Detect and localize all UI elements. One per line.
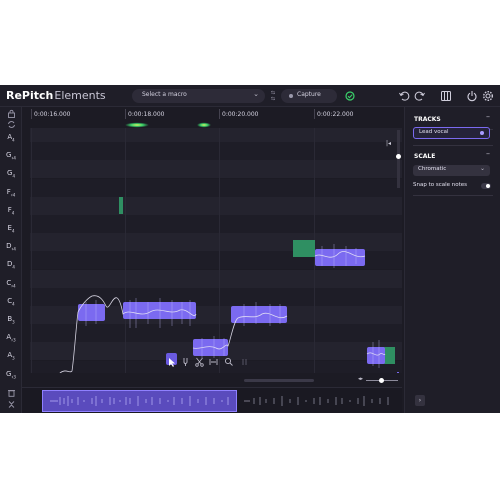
capture-label: Capture	[297, 91, 321, 98]
swap-icon[interactable]: ⇆ ⇆	[268, 90, 278, 102]
note-blob[interactable]	[367, 347, 385, 364]
loop-icon[interactable]	[7, 120, 16, 129]
more-tools-button[interactable]	[239, 353, 250, 365]
scale-value: Chromatic	[418, 166, 447, 172]
piano-key[interactable]: C♯4	[0, 279, 22, 288]
macro-select[interactable]: Select a macro ⌄	[132, 89, 265, 103]
snap-toggle-knob	[486, 184, 490, 188]
piano-key[interactable]: F4	[0, 206, 22, 215]
pitch-lane	[30, 196, 402, 215]
right-panel: TRACKS – Lead vocal SCALE – Chromatic ⌄ …	[404, 107, 500, 413]
lock-icon[interactable]	[7, 109, 16, 118]
overview-waveform[interactable]	[22, 387, 402, 413]
pointer-tool-button[interactable]	[166, 353, 177, 367]
scale-select[interactable]: Chromatic ⌄	[413, 165, 490, 176]
horizontal-scrollbar[interactable]	[244, 379, 314, 382]
pitch-lane	[30, 160, 402, 179]
note-blob[interactable]	[315, 249, 365, 266]
capture-button[interactable]: Capture	[281, 89, 337, 103]
macro-select-label: Select a macro	[142, 91, 187, 98]
piano-key[interactable]: C4	[0, 297, 22, 306]
undo-icon[interactable]	[398, 90, 410, 102]
redo-icon[interactable]	[414, 90, 426, 102]
tuning-fork-icon	[183, 358, 188, 366]
note-blob[interactable]	[123, 302, 196, 319]
zoom-slider-handle[interactable]	[379, 378, 384, 383]
vertical-zoom-track[interactable]	[396, 130, 401, 188]
pointer-icon	[169, 358, 175, 367]
timeline-tick: 0:00:22.000	[317, 111, 354, 118]
collapse-icon[interactable]	[7, 400, 16, 409]
track-item-lead-vocal[interactable]: Lead vocal	[413, 127, 490, 139]
timeline-tick: 0:00:16.000	[34, 111, 71, 118]
piano-key[interactable]: F♯4	[0, 188, 22, 197]
chevron-down-icon: ⌄	[253, 90, 259, 98]
settings-icon[interactable]	[482, 90, 494, 102]
track-active-dot	[480, 131, 484, 135]
magnifier-icon	[224, 357, 233, 366]
snap-toggle[interactable]	[481, 183, 491, 189]
zoom-icon: ◂▸	[358, 376, 364, 382]
timeline-ruler[interactable]: 0:00:16.000 0:00:18.000 0:00:20.000 0:00…	[30, 107, 402, 121]
tracks-section-title: TRACKS	[414, 116, 441, 123]
piano-keys-sidebar: A4 G♯4 G4 F♯4 F4 E4 D♯4 D4 C♯4 C4 B3 A♯3 A3 G♯3	[0, 107, 22, 413]
pitch-editor-grid[interactable]	[30, 128, 402, 373]
piano-key[interactable]: G4	[0, 169, 22, 178]
vertical-zoom-handle[interactable]	[396, 154, 401, 159]
piano-key[interactable]: G♯4	[0, 151, 22, 160]
piano-key[interactable]: A3	[0, 351, 22, 360]
timeline-tick: 0:00:20.000	[222, 111, 259, 118]
collapse-scale-icon[interactable]: –	[486, 149, 490, 158]
note-blob[interactable]	[78, 304, 105, 321]
check-circle-icon	[345, 91, 355, 101]
piano-key[interactable]: A♯3	[0, 333, 22, 342]
pitch-blob	[119, 197, 123, 214]
pitch-lane	[30, 215, 402, 233]
piano-key[interactable]: E4	[0, 224, 22, 233]
repitch-app-window: RePitchElements Select a macro ⌄ ⇆ ⇆ Capt…	[0, 85, 500, 413]
pitch-lane	[30, 128, 402, 142]
pitch-lane	[30, 142, 402, 161]
edit-toolbar	[166, 353, 252, 367]
note-blob[interactable]	[231, 306, 287, 323]
snap-label: Snap to scale notes	[413, 182, 468, 188]
stretch-tool-button[interactable]	[208, 353, 219, 365]
pitch-lane	[30, 178, 402, 197]
power-icon[interactable]	[466, 90, 478, 102]
drag-handle-icon	[242, 359, 247, 365]
horizontal-zoom-slider[interactable]: ◂▸	[358, 376, 400, 384]
pitch-lane	[30, 269, 402, 288]
chevron-down-icon: ⌄	[479, 165, 485, 172]
piano-key[interactable]: G♯3	[0, 370, 22, 379]
pitch-blob	[293, 240, 315, 257]
pitch-tool-button[interactable]	[180, 353, 191, 366]
expand-panel-button[interactable]: ›	[415, 395, 425, 406]
scissors-tool-button[interactable]	[194, 353, 205, 367]
track-name: Lead vocal	[419, 129, 449, 135]
piano-key[interactable]: D4	[0, 260, 22, 269]
piano-key[interactable]: B3	[0, 315, 22, 324]
top-bar: RePitchElements Select a macro ⌄ ⇆ ⇆ Capt…	[0, 85, 500, 107]
record-dot-icon	[289, 94, 293, 98]
columns-icon[interactable]	[440, 90, 452, 102]
piano-key[interactable]: A4	[0, 133, 22, 142]
piano-key[interactable]: D♯4	[0, 242, 22, 251]
trash-icon[interactable]	[7, 388, 16, 397]
stretch-icon	[209, 359, 218, 365]
overview-waveform-graphic	[50, 396, 389, 406]
collapse-tracks-icon[interactable]: –	[486, 112, 490, 121]
scissors-icon	[195, 357, 204, 367]
scale-section-title: SCALE	[414, 153, 436, 160]
zoom-tool-button[interactable]	[223, 353, 234, 366]
timeline-tick: 0:00:18.000	[128, 111, 165, 118]
app-logo: RePitchElements	[6, 89, 106, 102]
